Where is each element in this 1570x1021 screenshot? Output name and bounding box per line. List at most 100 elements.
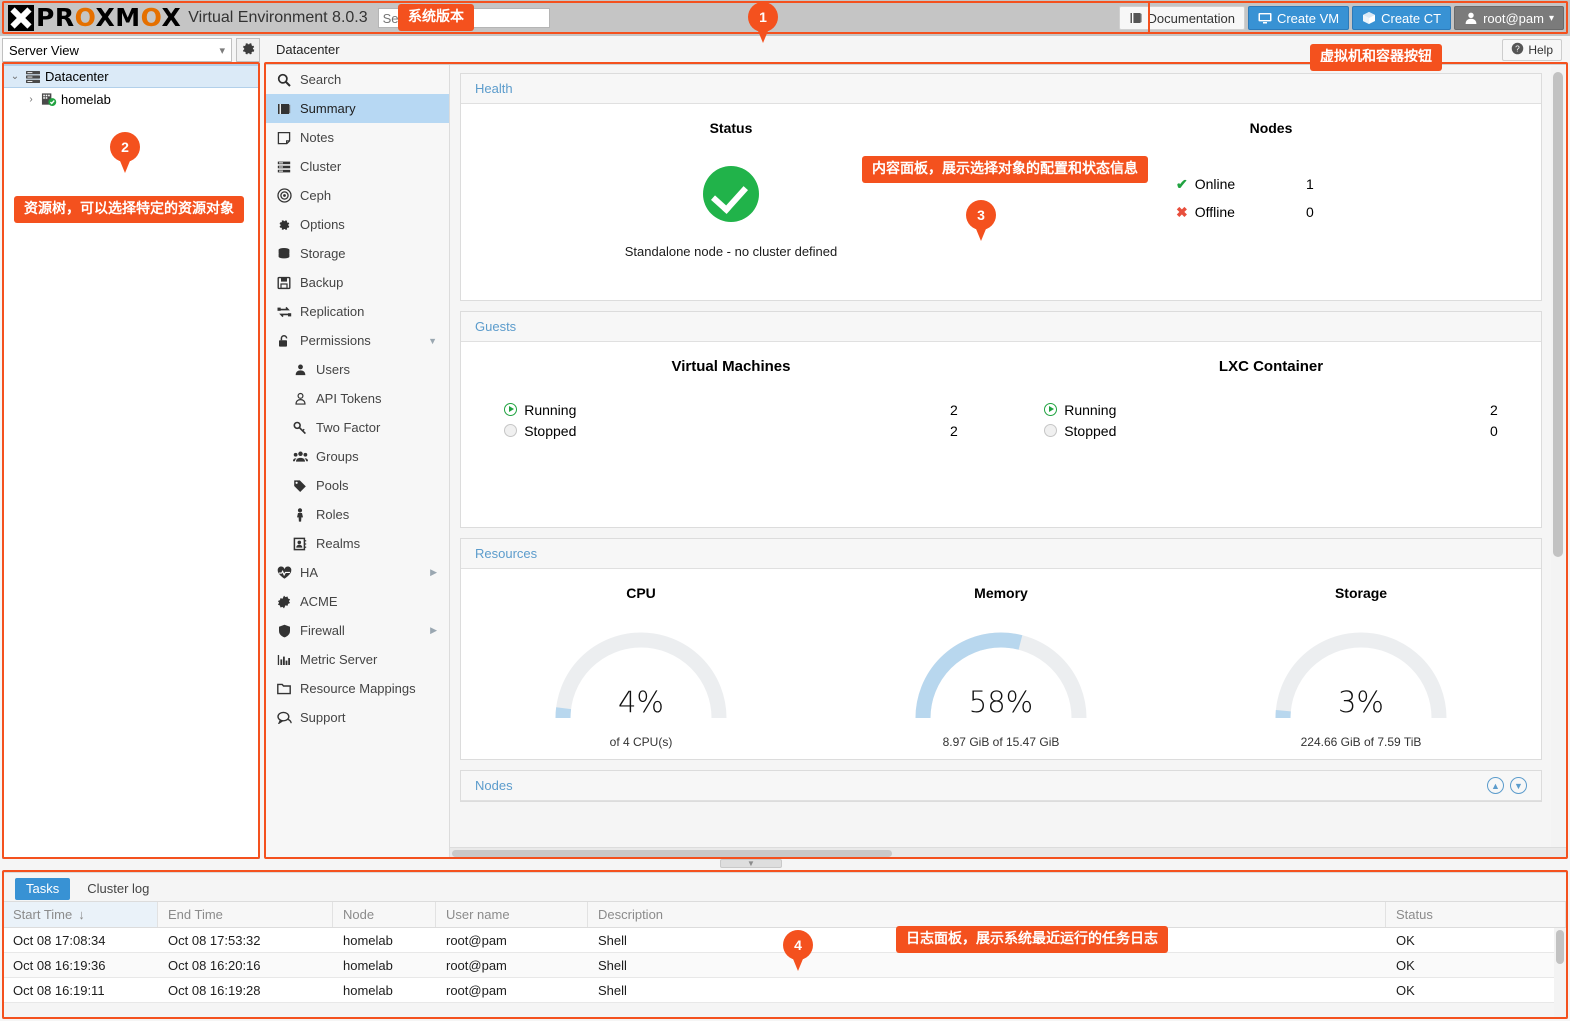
user-menu-button[interactable]: root@pam ▾	[1454, 6, 1564, 30]
nav-item-notes[interactable]: Notes	[266, 123, 449, 152]
nav-item-permissions[interactable]: Permissions ▼	[266, 326, 449, 355]
cpu-gauge: 4%	[541, 613, 741, 723]
chevron-up-icon[interactable]: ▲	[1487, 777, 1504, 794]
tree-item-homelab[interactable]: › homelab	[3, 88, 259, 111]
chevron-down-icon[interactable]: ▼	[428, 336, 437, 346]
column-label: User name	[446, 907, 510, 922]
create-vm-button[interactable]: Create VM	[1247, 6, 1350, 30]
help-button[interactable]: ? Help	[1502, 39, 1562, 61]
content-horizontal-scrollbar[interactable]	[450, 847, 1566, 858]
status-title: Status	[709, 120, 753, 136]
search-icon	[276, 72, 292, 88]
nav-item-ceph[interactable]: Ceph	[266, 181, 449, 210]
user-label: root@pam	[1483, 10, 1544, 26]
log-vertical-scrollbar[interactable]	[1554, 928, 1566, 1018]
cell-node: homelab	[343, 932, 393, 948]
nav-item-realms[interactable]: Realms	[266, 529, 449, 558]
chevron-down-icon[interactable]: ▼	[1510, 777, 1527, 794]
cell-start-time: Oct 08 17:08:34	[13, 932, 106, 948]
twisty-collapsed-icon[interactable]: ›	[25, 94, 37, 105]
heartbeat-icon	[276, 565, 292, 581]
column-header-description[interactable]: Description	[588, 902, 1386, 927]
nav-item-api-tokens[interactable]: API Tokens	[266, 384, 449, 413]
ct-running-label: Running	[1064, 401, 1117, 418]
resources-section-header: Resources	[461, 539, 1541, 569]
documentation-label: Documentation	[1147, 10, 1235, 26]
cpu-title: CPU	[626, 585, 656, 601]
gear-icon	[241, 41, 256, 59]
nav-item-storage[interactable]: Storage	[266, 239, 449, 268]
nav-item-resource-mappings[interactable]: Resource Mappings	[266, 674, 449, 703]
proxmox-app-window: PROXMOX Virtual Environment 8.0.3 Docume…	[0, 0, 1570, 1021]
cell-description: Shell	[598, 932, 627, 948]
table-row[interactable]: Oct 08 17:08:34 Oct 08 17:53:32 homelab …	[3, 928, 1567, 953]
tree-item-label: Datacenter	[45, 69, 109, 84]
documentation-button[interactable]: Documentation	[1118, 6, 1245, 30]
key-icon	[292, 420, 308, 436]
nav-item-cluster[interactable]: Cluster	[266, 152, 449, 181]
nav-label: HA	[300, 565, 319, 580]
chevron-right-icon[interactable]: ▶	[430, 567, 437, 578]
nav-item-users[interactable]: Users	[266, 355, 449, 384]
nav-item-options[interactable]: Options	[266, 210, 449, 239]
tree-settings-button[interactable]	[236, 38, 260, 62]
panel-splitter-handle[interactable]: ▼	[720, 859, 782, 868]
support-icon	[276, 710, 292, 726]
column-header-status[interactable]: Status	[1386, 902, 1566, 927]
nav-item-replication[interactable]: Replication	[266, 297, 449, 326]
column-header-user-name[interactable]: User name	[436, 902, 588, 927]
nav-item-pools[interactable]: Pools	[266, 471, 449, 500]
datacenter-nav-list[interactable]: Search Summary Notes Cluster Ceph Option…	[266, 65, 450, 858]
nav-item-summary[interactable]: Summary	[266, 94, 449, 123]
nav-label: Backup	[300, 275, 344, 290]
search-input[interactable]	[377, 8, 550, 28]
nav-item-firewall[interactable]: Firewall ▶	[266, 616, 449, 645]
nav-label: Support	[300, 710, 346, 725]
create-ct-button[interactable]: Create CT	[1352, 6, 1452, 30]
content-vertical-scrollbar[interactable]	[1551, 66, 1565, 857]
column-header-start-time[interactable]: Start Time ↓	[3, 902, 158, 927]
table-row[interactable]: Oct 08 16:19:36 Oct 08 16:20:16 homelab …	[3, 953, 1567, 978]
nav-item-acme[interactable]: ACME	[266, 587, 449, 616]
cpu-gauge-column: CPU 4% of 4 CPU(s)	[461, 585, 821, 749]
roles-icon	[292, 507, 308, 523]
cell-node: homelab	[343, 982, 393, 998]
nav-item-metric-server[interactable]: Metric Server	[266, 645, 449, 674]
cell-end-time: Oct 08 17:53:32	[168, 932, 261, 948]
scrollbar-thumb[interactable]	[452, 850, 892, 857]
nav-item-groups[interactable]: Groups	[266, 442, 449, 471]
nav-label: Storage	[300, 246, 346, 261]
column-header-end-time[interactable]: End Time	[158, 902, 333, 927]
nav-item-backup[interactable]: Backup	[266, 268, 449, 297]
table-row[interactable]: Oct 08 16:19:11 Oct 08 16:19:28 homelab …	[3, 978, 1567, 1003]
nodes-section-header: Nodes ▲ ▼	[461, 771, 1541, 801]
tab-tasks[interactable]: Tasks	[15, 877, 71, 900]
cell-start-time: Oct 08 16:19:11	[13, 982, 105, 998]
nav-item-support[interactable]: Support	[266, 703, 449, 732]
svg-text:?: ?	[1515, 44, 1520, 54]
scrollbar-thumb[interactable]	[1553, 72, 1563, 557]
nav-item-search[interactable]: Search	[266, 65, 449, 94]
resources-title: Resources	[475, 546, 538, 561]
column-label: End Time	[168, 907, 223, 922]
nav-item-ha[interactable]: HA ▶	[266, 558, 449, 587]
chevron-down-icon: ▾	[219, 44, 225, 57]
task-log-panel: Tasks Cluster log Start Time ↓ End Time …	[2, 872, 1568, 1019]
tab-cluster-log[interactable]: Cluster log	[76, 878, 160, 900]
column-label: Start Time	[13, 907, 73, 922]
memory-subtext: 8.97 GiB of 15.47 GiB	[942, 735, 1060, 749]
twisty-expanded-icon[interactable]: ⌄	[9, 71, 21, 82]
nav-item-two-factor[interactable]: Two Factor	[266, 413, 449, 442]
nav-item-roles[interactable]: Roles	[266, 500, 449, 529]
datacenter-icon	[25, 69, 41, 85]
column-header-node[interactable]: Node	[333, 902, 436, 927]
cpu-subtext: of 4 CPU(s)	[609, 735, 673, 749]
chevron-right-icon[interactable]: ▶	[430, 625, 437, 636]
node-status-row-offline: ✖ Offline 0	[1176, 198, 1366, 226]
health-section: Health Status Standalone node - no clust…	[460, 73, 1542, 301]
scrollbar-thumb[interactable]	[1556, 930, 1564, 964]
resource-tree-panel[interactable]: ⌄ Datacenter › homelab	[2, 64, 260, 859]
view-selector[interactable]: Server View ▾	[2, 38, 232, 62]
tree-item-datacenter[interactable]: ⌄ Datacenter	[3, 65, 259, 88]
memory-title: Memory	[974, 585, 1028, 601]
